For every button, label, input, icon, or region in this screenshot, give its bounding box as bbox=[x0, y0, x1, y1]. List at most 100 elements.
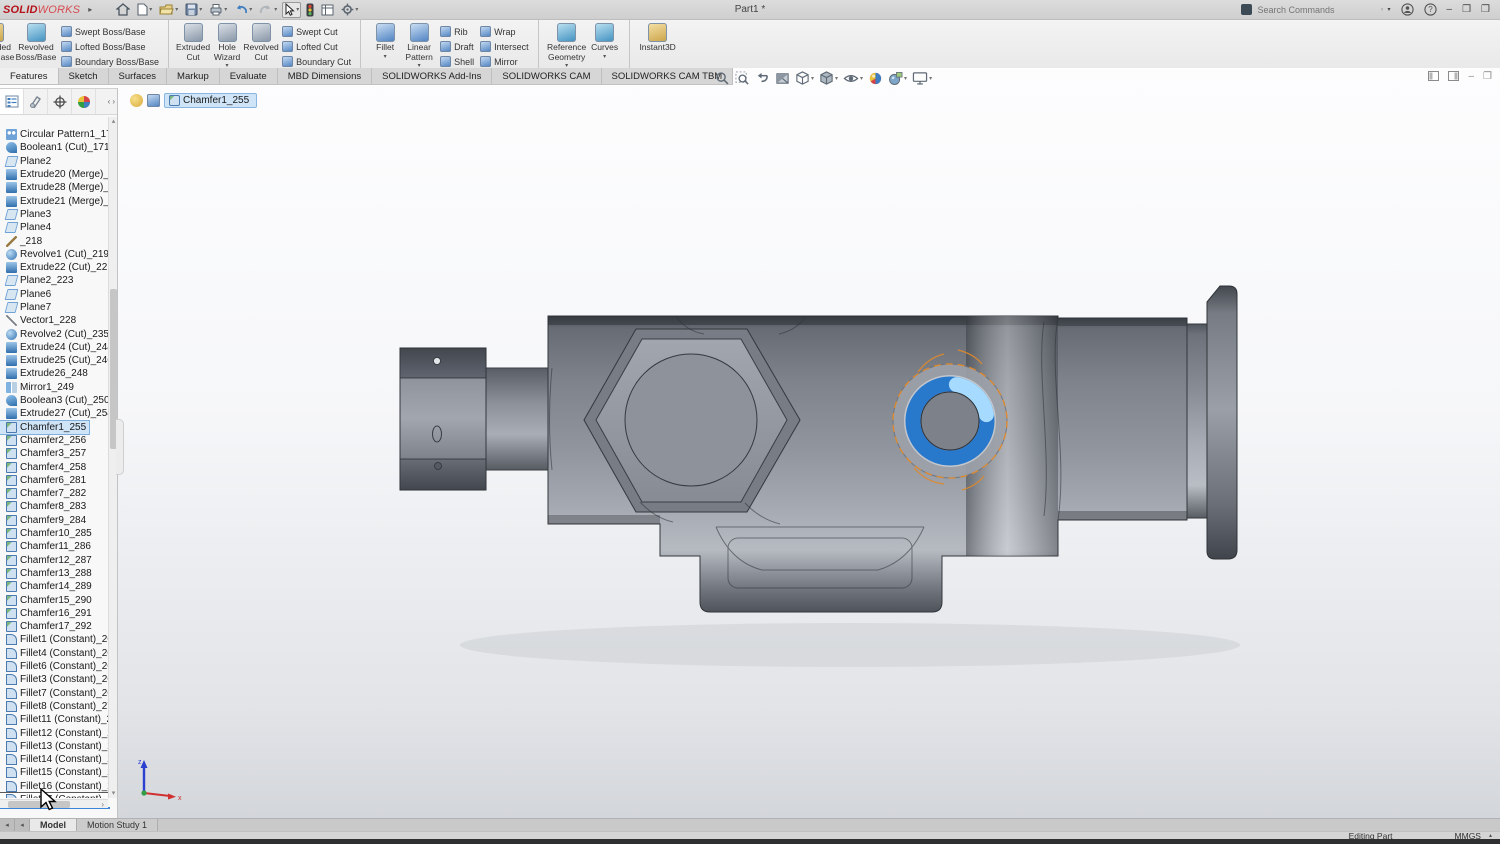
tree-item[interactable]: _218 bbox=[0, 234, 45, 247]
minimize-button[interactable]: – bbox=[1447, 5, 1453, 15]
panel-splitter-handle[interactable] bbox=[116, 419, 124, 475]
caret-down-icon[interactable]: ▾ bbox=[904, 75, 907, 82]
search-commands-box[interactable]: ▾ bbox=[1241, 2, 1391, 17]
doc-minimize-button[interactable]: – bbox=[1468, 71, 1474, 82]
tree-item[interactable]: Chamfer7_282 bbox=[0, 487, 89, 500]
tree-item[interactable]: Plane2 bbox=[0, 155, 54, 168]
options-button[interactable]: ▾ bbox=[339, 2, 360, 18]
caret-down-icon[interactable]: ▾ bbox=[224, 6, 227, 13]
tree-item[interactable]: Extrude26_248 bbox=[0, 367, 91, 380]
study-tab[interactable]: Model bbox=[30, 819, 77, 831]
open-button[interactable]: ▾ bbox=[157, 2, 180, 18]
boundary-boss-base-button[interactable]: Boundary Boss/Base bbox=[61, 55, 159, 68]
revolved-cut-button[interactable]: Revolved Cut bbox=[244, 22, 278, 62]
zoom-area-button[interactable] bbox=[734, 70, 751, 87]
zoom-fit-button[interactable] bbox=[714, 70, 731, 87]
tree-item[interactable]: Chamfer15_290 bbox=[0, 593, 95, 606]
edit-appearance-button[interactable] bbox=[867, 70, 884, 87]
caret-down-icon[interactable]: ▾ bbox=[249, 6, 252, 13]
manager-scroll-right-icon[interactable]: › bbox=[112, 97, 115, 106]
rib-button[interactable]: Rib bbox=[440, 25, 474, 38]
command-tab[interactable]: SOLIDWORKS Add-Ins bbox=[372, 68, 492, 84]
extruded-cut-button[interactable]: Extruded Cut bbox=[176, 22, 210, 62]
tree-item[interactable]: Chamfer13_288 bbox=[0, 567, 95, 580]
tree-item[interactable]: Boolean1 (Cut)_171 bbox=[0, 141, 108, 154]
maximize-button[interactable]: ❒ bbox=[1462, 5, 1471, 15]
help-icon[interactable]: ? bbox=[1424, 3, 1437, 16]
tree-item[interactable]: Fillet3 (Constant)_264_0 bbox=[0, 673, 108, 686]
tree-item[interactable]: Plane3 bbox=[0, 208, 54, 221]
tree-item[interactable]: Fillet1 (Constant)_260_0 bbox=[0, 633, 108, 646]
caret-down-icon[interactable]: ▾ bbox=[835, 75, 838, 82]
graphics-viewport[interactable]: Features Sketch Surfaces Markup Evaluate bbox=[0, 68, 1500, 818]
caret-down-icon[interactable]: ▾ bbox=[355, 6, 358, 13]
caret-down-icon[interactable]: ▾ bbox=[603, 53, 606, 60]
home-button[interactable] bbox=[114, 2, 132, 18]
command-tab[interactable]: Evaluate bbox=[220, 68, 278, 84]
appearance-crumb-icon[interactable] bbox=[130, 94, 143, 107]
propertymanager-tab[interactable] bbox=[24, 89, 48, 114]
doc-restore-button[interactable]: ❐ bbox=[1483, 71, 1492, 82]
previous-view-button[interactable] bbox=[754, 70, 771, 87]
caret-down-icon[interactable]: ▾ bbox=[274, 6, 277, 13]
apply-scene-button[interactable]: ▾ bbox=[887, 70, 908, 87]
caret-down-icon[interactable]: ▾ bbox=[929, 75, 932, 82]
swept-boss-base-button[interactable]: Swept Boss/Base bbox=[61, 25, 159, 38]
menu-expand-icon[interactable]: ▸ bbox=[88, 5, 92, 14]
command-tab[interactable]: SOLIDWORKS CAM bbox=[492, 68, 601, 84]
save-button[interactable]: ▾ bbox=[183, 2, 204, 18]
tree-item[interactable]: Fillet12 (Constant)_274_0 bbox=[0, 726, 108, 739]
curves-button[interactable]: Curves ▾ bbox=[588, 22, 622, 60]
featuremanager-tab[interactable] bbox=[0, 89, 24, 114]
tree-item[interactable]: Chamfer11_286 bbox=[0, 540, 94, 553]
selected-feature-tag[interactable]: Chamfer1_255 bbox=[164, 93, 257, 108]
lofted-boss-base-button[interactable]: Lofted Boss/Base bbox=[61, 40, 159, 53]
search-scope-caret-icon[interactable]: ▾ bbox=[1387, 7, 1390, 13]
hide-show-items-button[interactable]: ▾ bbox=[842, 70, 864, 87]
command-tab[interactable]: Markup bbox=[167, 68, 220, 84]
fillet-button[interactable]: Fillet ▾ bbox=[368, 22, 402, 60]
select-tool-button[interactable]: ▾ bbox=[282, 2, 301, 18]
tree-item[interactable]: Fillet6 (Constant)_268_0 bbox=[0, 660, 108, 673]
tree-item[interactable]: Revolve2 (Cut)_235 bbox=[0, 327, 108, 340]
configurationmanager-tab[interactable] bbox=[48, 89, 72, 114]
part-body[interactable] bbox=[400, 286, 1240, 667]
account-icon[interactable] bbox=[1401, 3, 1414, 16]
study-tabs-nav-left2[interactable]: ◂ bbox=[15, 819, 30, 831]
intersect-button[interactable]: Intersect bbox=[480, 40, 529, 53]
caret-down-icon[interactable]: ▾ bbox=[811, 75, 814, 82]
displaymanager-tab[interactable] bbox=[72, 89, 96, 114]
tree-item[interactable]: Plane6 bbox=[0, 288, 54, 301]
print-button[interactable]: ▾ bbox=[207, 2, 229, 18]
units-caret-icon[interactable]: ▴ bbox=[1489, 832, 1492, 839]
pane-icon[interactable] bbox=[1428, 71, 1439, 81]
section-view-button[interactable] bbox=[774, 70, 791, 87]
tree-item[interactable]: Mirror1_249 bbox=[0, 381, 77, 394]
hscroll-thumb[interactable] bbox=[8, 801, 70, 808]
tree-item[interactable]: Fillet13 (Constant)_275_0 bbox=[0, 740, 108, 753]
shell-button[interactable]: Shell bbox=[440, 55, 474, 68]
tree-item[interactable]: Chamfer17_292 bbox=[0, 620, 95, 633]
tree-item[interactable]: Chamfer4_258 bbox=[0, 460, 89, 473]
tree-item[interactable]: Chamfer3_257 bbox=[0, 447, 89, 460]
pane2-icon[interactable] bbox=[1448, 71, 1459, 81]
tree-item[interactable]: Extrude25 (Cut)_246 bbox=[0, 354, 108, 367]
tree-item[interactable]: Vector1_228 bbox=[0, 314, 79, 327]
tree-item[interactable]: Plane2_223 bbox=[0, 274, 76, 287]
restore-button[interactable]: ❐ bbox=[1481, 5, 1490, 15]
caret-down-icon[interactable]: ▾ bbox=[384, 53, 387, 60]
tree-item[interactable]: Extrude28 (Merge)_262 bbox=[0, 181, 108, 194]
tree-item[interactable]: Chamfer14_289 bbox=[0, 580, 95, 593]
tree-item[interactable]: Plane7 bbox=[0, 301, 54, 314]
new-document-button[interactable]: ▾ bbox=[135, 2, 154, 18]
revolved-boss-base-button[interactable]: Revolved Boss/Base bbox=[15, 22, 57, 62]
scroll-down-icon[interactable]: ▾ bbox=[109, 789, 118, 798]
tree-item[interactable]: Extrude21 (Merge)_205 bbox=[0, 194, 108, 207]
command-tab[interactable]: Features bbox=[0, 68, 59, 84]
tree-item[interactable]: Revolve1 (Cut)_219 bbox=[0, 248, 108, 261]
tree-item[interactable]: Plane4 bbox=[0, 221, 54, 234]
tree-item[interactable]: Chamfer12_287 bbox=[0, 554, 95, 567]
scroll-right-icon[interactable]: › bbox=[101, 800, 104, 809]
wrap-button[interactable]: Wrap bbox=[480, 25, 529, 38]
mirror-button[interactable]: Mirror bbox=[480, 55, 529, 68]
